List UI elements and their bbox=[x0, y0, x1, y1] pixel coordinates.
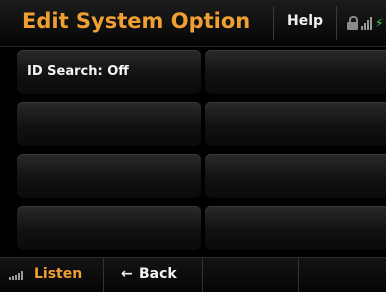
charging-icon: ⚡ bbox=[375, 16, 384, 30]
signal-bars-icon bbox=[9, 271, 23, 280]
back-arrow-icon: ← bbox=[121, 266, 133, 282]
status-area: ⚡ bbox=[347, 14, 386, 30]
option-button-empty[interactable] bbox=[205, 102, 386, 146]
option-button-empty[interactable] bbox=[17, 154, 201, 198]
title-bar: Edit System Option Help ⚡ bbox=[0, 0, 386, 47]
option-button-id-search[interactable]: ID Search: Off bbox=[17, 50, 201, 94]
option-label: ID Search: Off bbox=[27, 64, 129, 79]
signal-icon bbox=[361, 17, 372, 30]
header-divider bbox=[273, 6, 274, 40]
back-label: Back bbox=[139, 266, 177, 282]
softkey-empty[interactable] bbox=[299, 258, 386, 292]
bottom-toolbar: Listen ← Back bbox=[0, 257, 386, 292]
back-button[interactable]: ← Back bbox=[104, 258, 202, 292]
listen-button[interactable]: Listen bbox=[0, 258, 103, 292]
option-button-empty[interactable] bbox=[205, 154, 386, 198]
listen-label: Listen bbox=[34, 266, 83, 282]
softkey-empty[interactable] bbox=[203, 258, 298, 292]
help-button[interactable]: Help bbox=[287, 13, 323, 29]
option-button-empty[interactable] bbox=[17, 206, 201, 250]
option-button-empty[interactable] bbox=[17, 102, 201, 146]
lock-icon bbox=[347, 16, 358, 30]
option-button-empty[interactable] bbox=[205, 206, 386, 250]
page-title: Edit System Option bbox=[22, 9, 251, 33]
header-divider bbox=[336, 6, 337, 40]
option-button-empty[interactable] bbox=[205, 50, 386, 94]
